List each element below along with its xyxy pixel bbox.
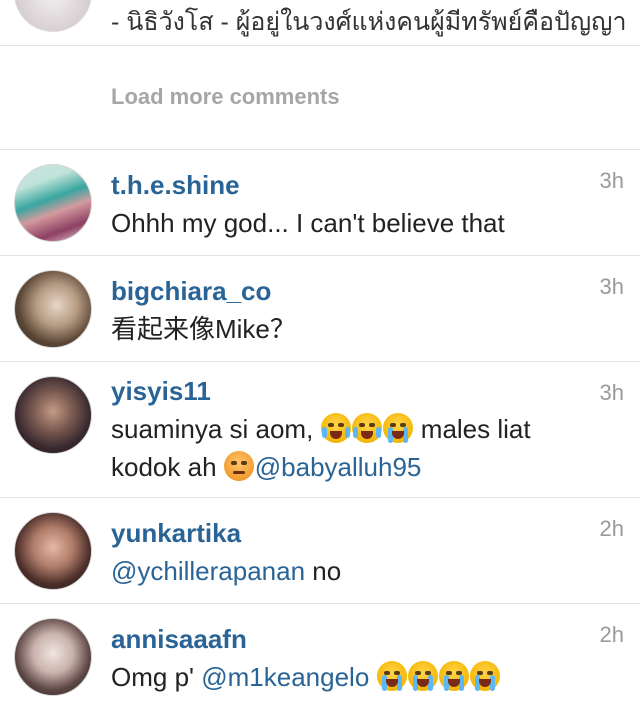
- comment-timestamp: 3h: [599, 274, 624, 299]
- mention-link[interactable]: @m1keangelo: [201, 662, 369, 692]
- mention-link[interactable]: @babyalluh95: [255, 452, 422, 482]
- loudly-crying-face-icon: [382, 413, 413, 443]
- comment-username[interactable]: t.h.e.shine: [111, 170, 240, 201]
- comment-username[interactable]: bigchiara_co: [111, 276, 271, 307]
- comment-row: bigchiara_co 3h 看起来像Mike？: [0, 256, 640, 362]
- comment-text-part: no: [312, 556, 342, 586]
- comment-row: t.h.e.shine 3h Ohhh my god... I can't be…: [0, 150, 640, 256]
- loudly-crying-face-icon: [469, 661, 500, 691]
- comment-row: annisaaafn 2h Omg p' @m1keangelo: [0, 604, 640, 715]
- comment-row: yunkartika 2h @ychillerapanan no: [0, 498, 640, 604]
- comment-text-part: Omg p': [111, 662, 194, 692]
- comment-text: suaminya si aom, males liat kodok ah @ba…: [111, 410, 591, 486]
- comment-text: Ohhh my god... I can't believe that: [111, 208, 505, 238]
- comment-username[interactable]: annisaaafn: [111, 624, 247, 655]
- comment-text-part: suaminya si aom,: [111, 414, 314, 444]
- comment-timestamp: 2h: [599, 622, 624, 647]
- avatar[interactable]: [14, 0, 92, 32]
- avatar[interactable]: [14, 618, 92, 696]
- comment-timestamp: 3h: [599, 380, 624, 405]
- loudly-crying-face-icon: [438, 661, 469, 691]
- comment-text: Omg p' @m1keangelo: [111, 658, 591, 696]
- load-more-row: Load more comments: [0, 46, 640, 150]
- avatar[interactable]: [14, 512, 92, 590]
- comment-timestamp: 3h: [599, 168, 624, 193]
- loudly-crying-face-icon: [376, 661, 407, 691]
- comment-text: - นิธิวังโส - ผู้อยู่ในวงศ์แห่งคนผู้มีทร…: [111, 8, 627, 36]
- comment-row: yisyis11 3h suaminya si aom, males liat …: [0, 362, 640, 498]
- loudly-crying-face-icon: [407, 661, 438, 691]
- avatar[interactable]: [14, 376, 92, 454]
- face-with-tears-of-joy-icon: [351, 413, 382, 443]
- comment-row-partial: - นิธิวังโส - ผู้อยู่ในวงศ์แห่งคนผู้มีทร…: [0, 0, 640, 46]
- mention-link[interactable]: @ychillerapanan: [111, 556, 305, 586]
- comment-username[interactable]: yisyis11: [111, 376, 211, 407]
- face-with-tears-of-joy-icon: [320, 413, 351, 443]
- load-more-comments-button[interactable]: Load more comments: [111, 84, 340, 110]
- persevering-face-icon: [223, 451, 254, 481]
- avatar[interactable]: [14, 164, 92, 242]
- comment-timestamp: 2h: [599, 516, 624, 541]
- comment-text: @ychillerapanan no: [111, 552, 591, 590]
- avatar[interactable]: [14, 270, 92, 348]
- comment-text: 看起来像Mike？: [111, 314, 296, 344]
- comment-username[interactable]: yunkartika: [111, 518, 241, 549]
